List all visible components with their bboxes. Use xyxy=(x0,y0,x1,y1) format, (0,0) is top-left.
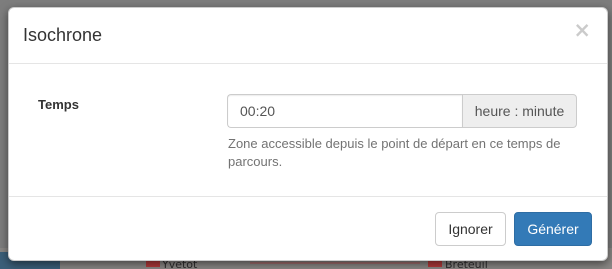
temps-input[interactable] xyxy=(227,94,462,128)
dialog-body: Temps heure : minute Zone accessible dep… xyxy=(9,64,607,196)
ignore-button[interactable]: Ignorer xyxy=(435,212,506,246)
close-icon[interactable]: × xyxy=(573,20,591,41)
map-road xyxy=(250,262,420,264)
generate-button[interactable]: Générer xyxy=(514,212,592,246)
dialog-title: Isochrone xyxy=(23,25,103,45)
temps-help-text: Zone accessible depuis le point de dépar… xyxy=(228,136,561,169)
dialog-header: Isochrone × xyxy=(9,8,607,64)
isochrone-dialog: Isochrone × Temps heure : minute Zone ac… xyxy=(8,7,608,261)
temps-label: Temps xyxy=(38,97,79,112)
temps-input-group: heure : minute xyxy=(227,94,577,128)
dialog-footer: Ignorer Générer xyxy=(9,196,607,260)
temps-unit-addon: heure : minute xyxy=(462,94,577,128)
